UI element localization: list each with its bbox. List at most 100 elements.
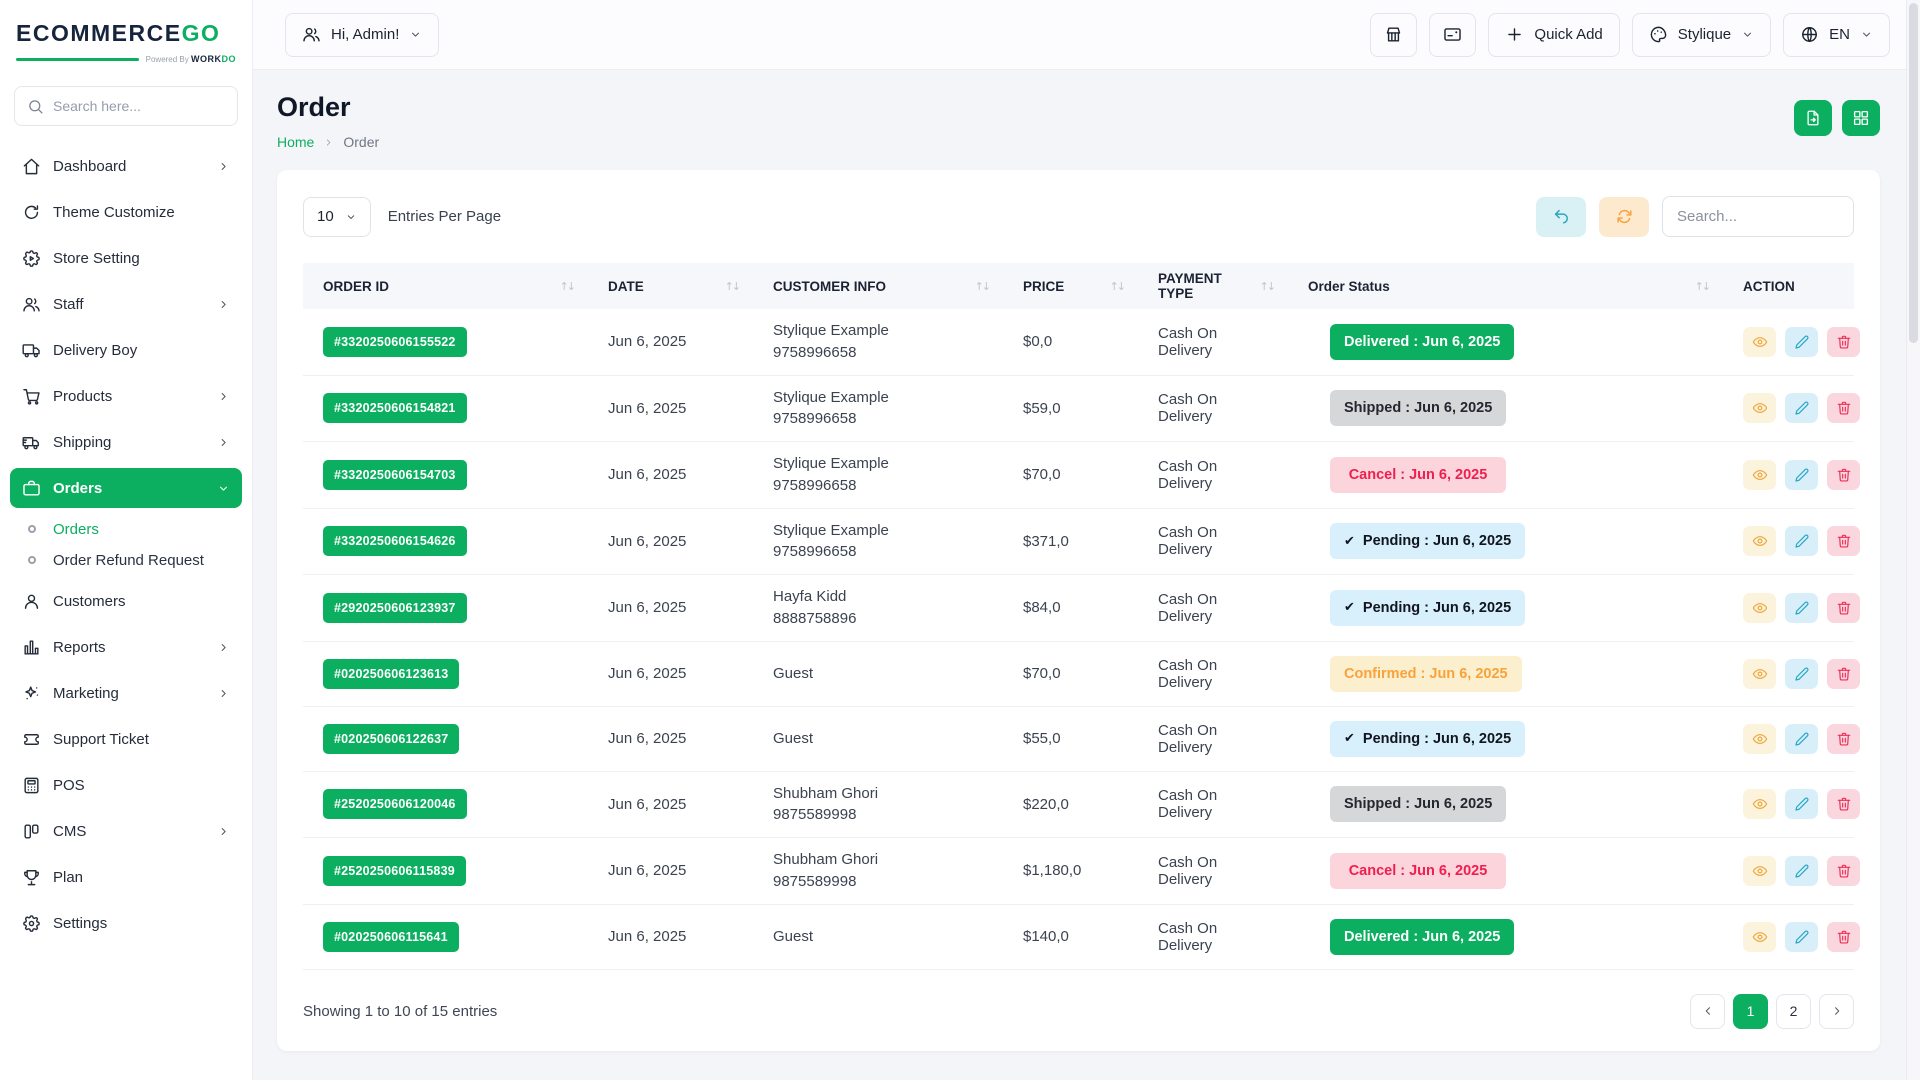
delete-order-button[interactable] xyxy=(1827,327,1860,357)
sidebar-item-reports[interactable]: Reports xyxy=(10,627,242,667)
column-header-date[interactable]: DATE↑↓ xyxy=(588,263,753,309)
sidebar-item-label: Support Ticket xyxy=(53,731,230,748)
admin-menu-button[interactable]: Hi, Admin! xyxy=(285,13,439,57)
pos-card-button[interactable] xyxy=(1429,13,1476,57)
scrollbar[interactable] xyxy=(1906,0,1920,1080)
sidebar-item-support-ticket[interactable]: Support Ticket xyxy=(10,719,242,759)
view-order-button[interactable] xyxy=(1743,526,1776,556)
order-id-badge[interactable]: #3320250606154821 xyxy=(323,393,467,423)
edit-order-button[interactable] xyxy=(1785,724,1818,754)
chevron-right-icon xyxy=(217,825,230,838)
delete-order-button[interactable] xyxy=(1827,856,1860,886)
edit-order-button[interactable] xyxy=(1785,856,1818,886)
edit-order-button[interactable] xyxy=(1785,460,1818,490)
refresh-button[interactable] xyxy=(1599,197,1649,237)
sidebar-item-cms[interactable]: CMS xyxy=(10,811,242,851)
edit-order-button[interactable] xyxy=(1785,659,1818,689)
customer-name: Guest xyxy=(773,663,989,685)
scrollbar-thumb[interactable] xyxy=(1909,3,1918,343)
sidebar-item-plan[interactable]: Plan xyxy=(10,857,242,897)
order-id-badge[interactable]: #3320250606154626 xyxy=(323,526,467,556)
order-id-badge[interactable]: #2520250606115839 xyxy=(323,856,466,886)
customer-phone: 9875589998 xyxy=(773,871,989,893)
column-header-customer-info[interactable]: CUSTOMER INFO↑↓ xyxy=(753,263,1003,309)
view-order-button[interactable] xyxy=(1743,593,1776,623)
sidebar-item-customers[interactable]: Customers xyxy=(10,581,242,621)
sidebar-item-orders[interactable]: Orders xyxy=(10,468,242,508)
order-id-badge[interactable]: #020250606115641 xyxy=(323,922,459,952)
column-header-order-id[interactable]: ORDER ID↑↓ xyxy=(303,263,588,309)
delete-order-button[interactable] xyxy=(1827,659,1860,689)
order-id-badge[interactable]: #020250606123613 xyxy=(323,659,459,689)
delete-order-button[interactable] xyxy=(1827,724,1860,754)
edit-order-button[interactable] xyxy=(1785,393,1818,423)
view-order-button[interactable] xyxy=(1743,789,1776,819)
breadcrumb-home-link[interactable]: Home xyxy=(277,134,314,150)
payment-type: Cash On Delivery xyxy=(1138,309,1288,375)
chevron-right-icon xyxy=(217,160,230,173)
undo-button[interactable] xyxy=(1536,197,1586,237)
view-order-button[interactable] xyxy=(1743,659,1776,689)
pagination-prev[interactable] xyxy=(1690,994,1725,1029)
sidebar-item-delivery-boy[interactable]: Delivery Boy xyxy=(10,330,242,370)
pagination-page-1[interactable]: 1 xyxy=(1733,994,1768,1029)
order-status-badge: ✔Pending : Jun 6, 2025 xyxy=(1330,721,1525,757)
order-id-badge[interactable]: #2920250606123937 xyxy=(323,593,467,623)
order-id-badge[interactable]: #3320250606155522 xyxy=(323,327,467,357)
breadcrumb: Home Order xyxy=(277,134,379,150)
pagination-page-2[interactable]: 2 xyxy=(1776,994,1811,1029)
entries-per-page-select[interactable]: 10 xyxy=(303,197,371,237)
order-id-badge[interactable]: #020250606122637 xyxy=(323,724,459,754)
column-header-payment-type[interactable]: PAYMENT TYPE↑↓ xyxy=(1138,263,1288,309)
grid-view-button[interactable] xyxy=(1842,100,1880,136)
sidebar-item-staff[interactable]: Staff xyxy=(10,284,242,324)
column-header-action: ACTION xyxy=(1723,263,1854,309)
edit-order-button[interactable] xyxy=(1785,922,1818,952)
order-id-badge[interactable]: #2520250606120046 xyxy=(323,789,467,819)
order-id-badge[interactable]: #3320250606154703 xyxy=(323,460,467,490)
view-order-button[interactable] xyxy=(1743,856,1776,886)
storefront-button[interactable] xyxy=(1370,13,1417,57)
sidebar-subitem-order-refund-request[interactable]: Order Refund Request xyxy=(10,545,242,575)
delete-order-button[interactable] xyxy=(1827,789,1860,819)
table-search-input[interactable] xyxy=(1662,196,1854,237)
pencil-icon xyxy=(1794,533,1810,549)
eye-icon xyxy=(1752,731,1768,747)
view-order-button[interactable] xyxy=(1743,327,1776,357)
view-order-button[interactable] xyxy=(1743,393,1776,423)
sidebar-item-pos[interactable]: POS xyxy=(10,765,242,805)
undo-icon xyxy=(1552,207,1571,226)
sidebar-item-marketing[interactable]: Marketing xyxy=(10,673,242,713)
view-order-button[interactable] xyxy=(1743,724,1776,754)
delete-order-button[interactable] xyxy=(1827,922,1860,952)
column-header-order-status[interactable]: Order Status↑↓ xyxy=(1288,263,1723,309)
pagination-next[interactable] xyxy=(1819,994,1854,1029)
theme-select-button[interactable]: Stylique xyxy=(1632,13,1771,57)
sidebar-item-theme-customize[interactable]: Theme Customize xyxy=(10,192,242,232)
edit-order-button[interactable] xyxy=(1785,526,1818,556)
export-button[interactable] xyxy=(1794,100,1832,136)
delete-order-button[interactable] xyxy=(1827,393,1860,423)
edit-order-button[interactable] xyxy=(1785,593,1818,623)
delete-order-button[interactable] xyxy=(1827,593,1860,623)
order-date: Jun 6, 2025 xyxy=(588,309,753,375)
sidebar-subitem-orders[interactable]: Orders xyxy=(10,514,242,544)
sidebar-item-store-setting[interactable]: Store Setting xyxy=(10,238,242,278)
column-header-price[interactable]: PRICE↑↓ xyxy=(1003,263,1138,309)
view-order-button[interactable] xyxy=(1743,460,1776,490)
delete-order-button[interactable] xyxy=(1827,526,1860,556)
sidebar-item-label: CMS xyxy=(53,823,205,840)
delete-order-button[interactable] xyxy=(1827,460,1860,490)
sidebar-item-settings[interactable]: Settings xyxy=(10,903,242,943)
sidebar-item-dashboard[interactable]: Dashboard xyxy=(10,146,242,186)
sidebar-item-shipping[interactable]: Shipping xyxy=(10,422,242,462)
order-row: #020250606115641Jun 6, 2025Guest$140,0Ca… xyxy=(303,904,1854,969)
sidebar-item-products[interactable]: Products xyxy=(10,376,242,416)
edit-order-button[interactable] xyxy=(1785,327,1818,357)
sidebar-search-input[interactable] xyxy=(53,98,234,114)
language-select-button[interactable]: EN xyxy=(1783,13,1890,57)
view-order-button[interactable] xyxy=(1743,922,1776,952)
edit-order-button[interactable] xyxy=(1785,789,1818,819)
order-row: #020250606123613Jun 6, 2025Guest$70,0Cas… xyxy=(303,641,1854,706)
quick-add-button[interactable]: Quick Add xyxy=(1488,13,1619,57)
